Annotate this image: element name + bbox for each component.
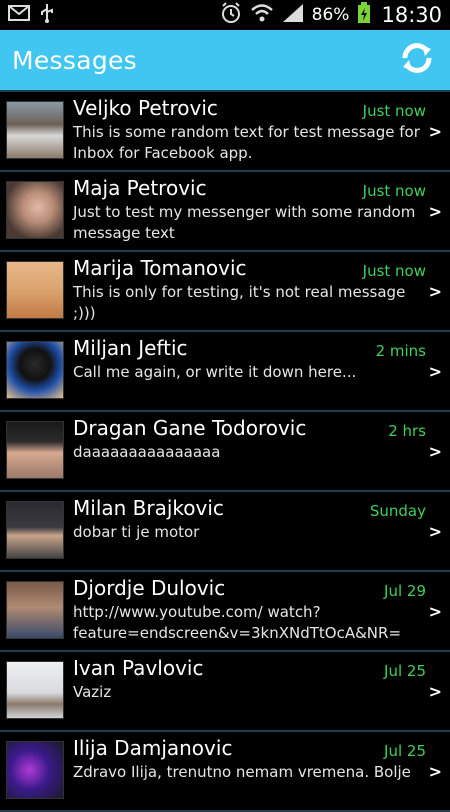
list-item[interactable]: Ilija Damjanovic Zdravo Ilija, trenutno …: [0, 732, 450, 812]
message-preview: This is some random text for test messag…: [73, 123, 420, 162]
list-item[interactable]: Milan Brajkovic dobar ti je motor Sunday…: [0, 492, 450, 572]
message-time: Sunday: [369, 502, 426, 520]
avatar: [6, 101, 64, 159]
chevron-right-icon: >: [428, 282, 442, 301]
message-preview: Just to test my messenger with some rand…: [73, 203, 416, 242]
battery-icon: [357, 2, 371, 28]
message-preview: dobar ti je motor: [73, 523, 200, 541]
avatar: [6, 341, 64, 399]
sender-name: Ilija Damjanovic: [73, 736, 233, 760]
message-preview: Zdravo Ilija, trenutno nemam vremena. Bo…: [73, 763, 411, 781]
list-item[interactable]: Dragan Gane Todorovic daaaaaaaaaaaaaaa 2…: [0, 412, 450, 492]
avatar: [6, 661, 64, 719]
avatar: [6, 421, 64, 479]
message-time: 2 mins: [375, 342, 426, 360]
chevron-right-icon: >: [428, 762, 442, 781]
sender-name: Dragan Gane Todorovic: [73, 416, 307, 440]
chevron-right-icon: >: [428, 202, 442, 221]
avatar: [6, 501, 64, 559]
status-right: 86% 18:30: [220, 2, 442, 28]
avatar: [6, 741, 64, 799]
list-item[interactable]: Miljan Jeftic Call me again, or write it…: [0, 332, 450, 412]
message-preview: This is only for testing, it's not real …: [73, 283, 406, 322]
message-time: Jul 25: [384, 742, 426, 760]
clock: 18:30: [381, 3, 442, 27]
chevron-right-icon: >: [428, 522, 442, 541]
message-list: Veljko Petrovic This is some random text…: [0, 90, 450, 812]
wifi-icon: [250, 3, 274, 27]
chevron-right-icon: >: [428, 682, 442, 701]
chevron-right-icon: >: [428, 362, 442, 381]
battery-percent: 86%: [311, 5, 350, 25]
avatar: [6, 181, 64, 239]
status-bar: 86% 18:30: [0, 0, 450, 30]
signal-icon: [282, 3, 304, 27]
refresh-icon: [399, 41, 435, 79]
status-left: [8, 3, 54, 27]
avatar: [6, 261, 64, 319]
list-item[interactable]: Veljko Petrovic This is some random text…: [0, 90, 450, 172]
message-time: Jul 29: [384, 582, 426, 600]
sender-name: Djordje Dulovic: [73, 576, 226, 600]
alarm-icon: [220, 2, 242, 28]
usb-icon: [40, 3, 54, 27]
list-item[interactable]: Djordje Dulovic http://www.youtube.com/ …: [0, 572, 450, 652]
message-preview: Call me again, or write it down here...: [73, 363, 357, 381]
message-preview: Vaziz: [73, 683, 112, 701]
message-time: Just now: [362, 182, 426, 200]
chevron-right-icon: >: [428, 602, 442, 621]
message-preview: http://www.youtube.com/ watch?feature=en…: [73, 603, 402, 642]
refresh-button[interactable]: [396, 39, 438, 81]
avatar: [6, 581, 64, 639]
mail-icon: [8, 5, 30, 25]
page-title: Messages: [12, 45, 137, 75]
list-item[interactable]: Ivan Pavlovic Vaziz Jul 25 >: [0, 652, 450, 732]
action-bar: Messages: [0, 30, 450, 90]
chevron-right-icon: >: [428, 122, 442, 141]
list-item[interactable]: Marija Tomanovic This is only for testin…: [0, 252, 450, 332]
chevron-right-icon: >: [428, 442, 442, 461]
message-preview: daaaaaaaaaaaaaaa: [73, 443, 221, 461]
message-time: Jul 25: [384, 662, 426, 680]
message-time: Just now: [362, 262, 426, 280]
message-time: Just now: [362, 102, 426, 120]
sender-name: Ivan Pavlovic: [73, 656, 204, 680]
list-item[interactable]: Maja Petrovic Just to test my messenger …: [0, 172, 450, 252]
sender-name: Miljan Jeftic: [73, 336, 188, 360]
message-time: 2 hrs: [388, 422, 426, 440]
